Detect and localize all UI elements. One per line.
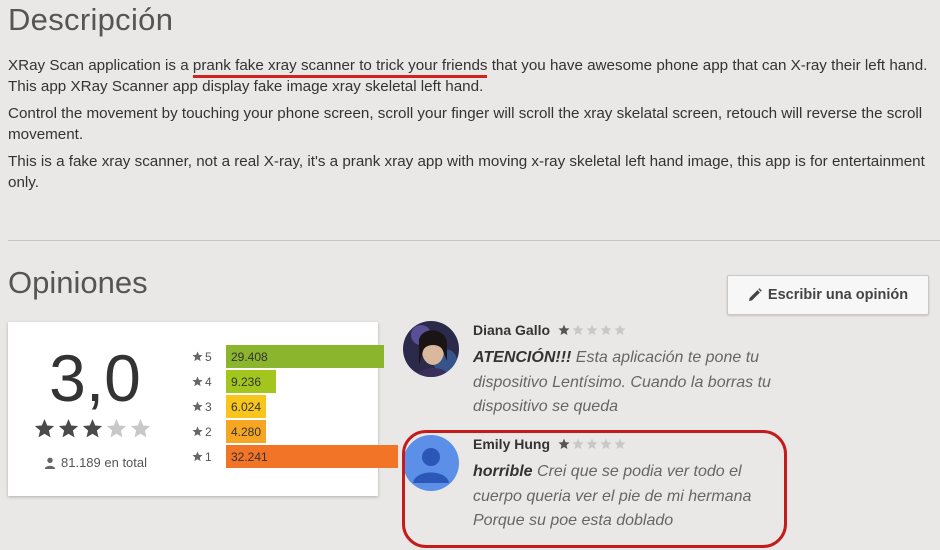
histogram-star-label: 4 <box>192 375 226 389</box>
star-filled-icon <box>192 401 203 412</box>
histogram-bar: 32.241 <box>226 445 398 468</box>
avatar-image <box>403 321 459 377</box>
star-filled-icon <box>558 324 570 336</box>
star-filled-icon <box>82 419 103 438</box>
highlight-annotation <box>402 430 787 548</box>
review-stars <box>558 324 626 336</box>
average-score: 3,0 <box>49 341 141 415</box>
description-title: Descripción <box>8 2 174 37</box>
write-review-button[interactable]: Escribir una opinión <box>727 275 929 315</box>
histogram-row: 2 4.280 <box>192 419 398 444</box>
star-empty-icon <box>600 324 612 336</box>
star-empty-icon <box>106 419 127 438</box>
star-empty-icon <box>586 324 598 336</box>
histogram-bar: 4.280 <box>226 420 266 443</box>
average-stars <box>34 418 151 439</box>
star-empty-icon <box>572 324 584 336</box>
description-paragraph-3: This is a fake xray scanner, not a real … <box>8 153 925 191</box>
opinions-title: Opiniones <box>8 265 148 300</box>
histogram-star-label: 2 <box>192 425 226 439</box>
histogram-star-label: 1 <box>192 450 226 464</box>
rating-histogram: 5 29.408 4 9.236 3 6.024 2 4.280 1 32.241 <box>192 344 398 469</box>
description-paragraph-2: Control the movement by touching your ph… <box>8 105 923 143</box>
star-filled-icon <box>58 419 79 438</box>
review-headline: ATENCIÓN!!! <box>473 349 572 366</box>
star-filled-icon <box>192 376 203 387</box>
description-paragraph-1: XRay Scan application is a prank fake xr… <box>8 57 928 95</box>
rating-summary-card: 3,0 81.189 en total 5 29.408 4 9.236 3 6.024 2… <box>8 322 398 496</box>
histogram-bar: 9.236 <box>226 370 276 393</box>
histogram-bar: 29.408 <box>226 345 385 368</box>
total-ratings: 81.189 en total <box>44 455 147 470</box>
star-filled-icon <box>192 451 203 462</box>
star-filled-icon <box>192 351 203 362</box>
histogram-row: 3 6.024 <box>192 394 398 419</box>
review-text: ATENCIÓN!!! Esta aplicación te pone tu d… <box>473 346 773 420</box>
star-empty-icon <box>130 419 151 438</box>
person-icon <box>44 457 56 469</box>
histogram-row: 5 29.408 <box>192 344 398 369</box>
histogram-star-label: 5 <box>192 350 226 364</box>
histogram-bar: 6.024 <box>226 395 266 418</box>
write-review-label: Escribir una opinión <box>767 287 909 303</box>
star-filled-icon <box>34 419 55 438</box>
histogram-star-label: 3 <box>192 400 226 414</box>
review-header: Diana Gallo <box>473 322 626 338</box>
avatar[interactable] <box>403 321 459 377</box>
highlighted-phrase: prank fake xray scanner to trick your fr… <box>192 57 488 78</box>
star-filled-icon <box>192 426 203 437</box>
pencil-icon <box>748 288 762 301</box>
star-empty-icon <box>614 324 626 336</box>
section-divider <box>8 240 940 241</box>
histogram-row: 4 9.236 <box>192 369 398 394</box>
histogram-row: 1 32.241 <box>192 444 398 469</box>
review-author[interactable]: Diana Gallo <box>473 322 550 338</box>
description-body: XRay Scan application is a prank fake xr… <box>8 55 933 199</box>
